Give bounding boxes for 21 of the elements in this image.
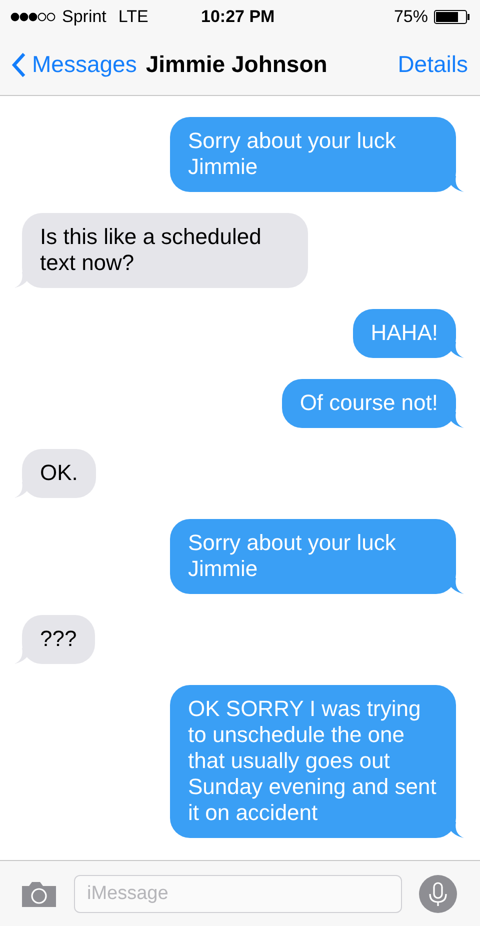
battery-percent: 75%	[394, 7, 428, 27]
message-bubble: OK SORRY I was trying to unschedule the one that usually goes out Sunday evening and sent it on accident	[170, 685, 456, 838]
message-input-field[interactable]: iMessage	[74, 874, 402, 912]
back-button[interactable]: Messages	[12, 51, 137, 78]
carrier-name: Sprint	[62, 7, 106, 27]
camera-icon[interactable]	[20, 880, 58, 908]
message-bubble: HAHA!	[352, 309, 456, 358]
message-bubble: Sorry about your luck Jimmie	[170, 519, 456, 594]
network-type: LTE	[118, 7, 148, 27]
message-bubble: Of course not!	[282, 379, 456, 428]
battery-icon	[434, 10, 470, 24]
chevron-left-icon	[12, 52, 26, 78]
message-bubble: OK.	[22, 449, 96, 498]
message-bubble: ???	[22, 615, 95, 664]
message-bubble: Sorry about your luck Jimmie	[170, 117, 456, 192]
signal-icon	[10, 12, 56, 22]
status-time: 10:27 PM	[201, 7, 275, 27]
microphone-icon[interactable]	[418, 874, 458, 914]
message-bubble: Is this like a scheduled text now?	[22, 213, 308, 288]
contact-name: Jimmie Johnson	[146, 51, 328, 78]
details-button[interactable]: Details	[398, 51, 468, 78]
